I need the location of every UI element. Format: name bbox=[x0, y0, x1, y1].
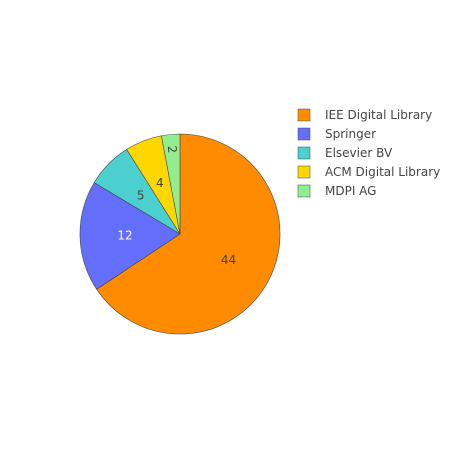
slice-value-label-springer: 12 bbox=[117, 228, 132, 242]
legend-label-mdpi-ag: MDPI AG bbox=[325, 184, 376, 198]
legend-label-acm-digital-library: ACM Digital Library bbox=[325, 165, 440, 179]
pie-slices bbox=[79, 133, 281, 335]
slice-value-label-iee-digital-library: 44 bbox=[221, 253, 236, 267]
chart-container: 44 12 5 4 2 IEE Digital Library Springer Elsev… bbox=[0, 0, 450, 450]
legend-item-acm-digital-library[interactable]: ACM Digital Library bbox=[297, 165, 440, 179]
legend-item-mdpi-ag[interactable]: MDPI AG bbox=[297, 184, 376, 198]
slice-value-label-mdpi-ag: 2 bbox=[165, 145, 180, 154]
slice-value-label-elsevier-bv: 5 bbox=[137, 189, 145, 203]
legend-label-elsevier-bv: Elsevier BV bbox=[325, 146, 393, 160]
legend-item-springer[interactable]: Springer bbox=[297, 127, 376, 141]
legend-item-iee-digital-library[interactable]: IEE Digital Library bbox=[297, 108, 432, 122]
legend-swatch-mdpi-ag bbox=[297, 184, 311, 198]
legend-swatch-iee-digital-library bbox=[297, 108, 311, 122]
slice-value-label-acm-digital-library: 4 bbox=[156, 176, 164, 190]
legend-swatch-acm-digital-library bbox=[297, 165, 311, 179]
pie-chart: 44 12 54 2 IEE Digital Library Springer Elsev… bbox=[79, 108, 440, 335]
legend: IEE Digital Library Springer Elsevier BV AC… bbox=[297, 108, 440, 198]
legend-label-springer: Springer bbox=[325, 127, 376, 141]
legend-item-elsevier-bv[interactable]: Elsevier BV bbox=[297, 146, 393, 160]
legend-label-iee-digital-library: IEE Digital Library bbox=[325, 108, 432, 122]
legend-swatch-elsevier-bv bbox=[297, 146, 311, 160]
legend-swatch-springer bbox=[297, 127, 311, 141]
